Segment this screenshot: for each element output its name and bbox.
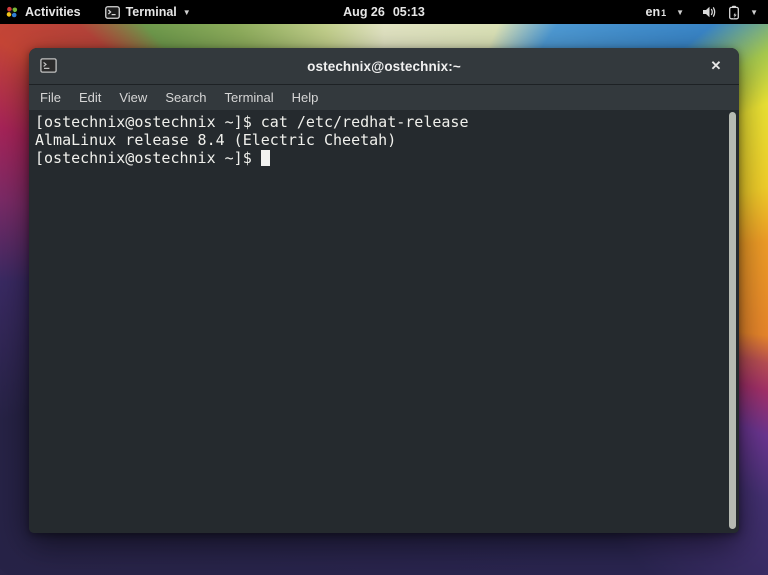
terminal-cursor: [260, 150, 270, 166]
menu-terminal[interactable]: Terminal: [216, 85, 283, 110]
almalinux-logo-icon: [5, 5, 19, 19]
clock-time[interactable]: 05:13: [393, 5, 425, 19]
menu-file[interactable]: File: [31, 85, 70, 110]
gnome-top-bar: Activities Terminal ▼ Aug 26 05:13 en 1 ▼: [0, 0, 768, 24]
keyboard-layout-index: 1: [661, 8, 667, 18]
terminal-window: ostechnix@ostechnix:~ ✕ File Edit View S…: [29, 48, 739, 533]
activities-label: Activities: [25, 5, 81, 19]
terminal-scrollbar[interactable]: [729, 112, 736, 529]
menu-help[interactable]: Help: [283, 85, 328, 110]
terminal-menubar: File Edit View Search Terminal Help: [29, 85, 739, 110]
menu-edit[interactable]: Edit: [70, 85, 110, 110]
chevron-down-icon: ▼: [750, 8, 758, 17]
keyboard-layout-indicator[interactable]: en 1: [646, 5, 667, 19]
window-titlebar[interactable]: ostechnix@ostechnix:~ ✕: [29, 48, 739, 85]
terminal-viewport[interactable]: [ostechnix@ostechnix ~]$ cat /etc/redhat…: [29, 110, 739, 533]
terminal-icon: [40, 58, 57, 78]
terminal-output-line: AlmaLinux release 8.4 (Electric Cheetah): [35, 131, 397, 149]
app-menu-terminal[interactable]: Terminal ▼: [97, 0, 199, 24]
window-title: ostechnix@ostechnix:~: [307, 58, 461, 74]
terminal-output-line: [ostechnix@ostechnix ~]$ cat /etc/redhat…: [35, 113, 469, 131]
volume-icon[interactable]: [702, 5, 718, 19]
chevron-down-icon: ▼: [676, 8, 685, 17]
chevron-down-icon: ▼: [182, 8, 191, 17]
clock-date[interactable]: Aug 26: [343, 5, 385, 19]
menu-view[interactable]: View: [110, 85, 156, 110]
close-button[interactable]: ✕: [703, 48, 729, 84]
terminal-prompt-line: [ostechnix@ostechnix ~]$: [35, 149, 733, 167]
terminal-icon: [104, 5, 120, 19]
keyboard-layout-label: en: [645, 5, 661, 19]
system-tray[interactable]: en 1 ▼ ▼: [646, 0, 768, 24]
menu-search[interactable]: Search: [156, 85, 215, 110]
activities-button[interactable]: Activities: [5, 0, 89, 24]
prompt-text: [ostechnix@ostechnix ~]$: [35, 149, 261, 167]
battery-charging-icon[interactable]: [728, 5, 740, 20]
app-menu-label: Terminal: [125, 5, 177, 19]
